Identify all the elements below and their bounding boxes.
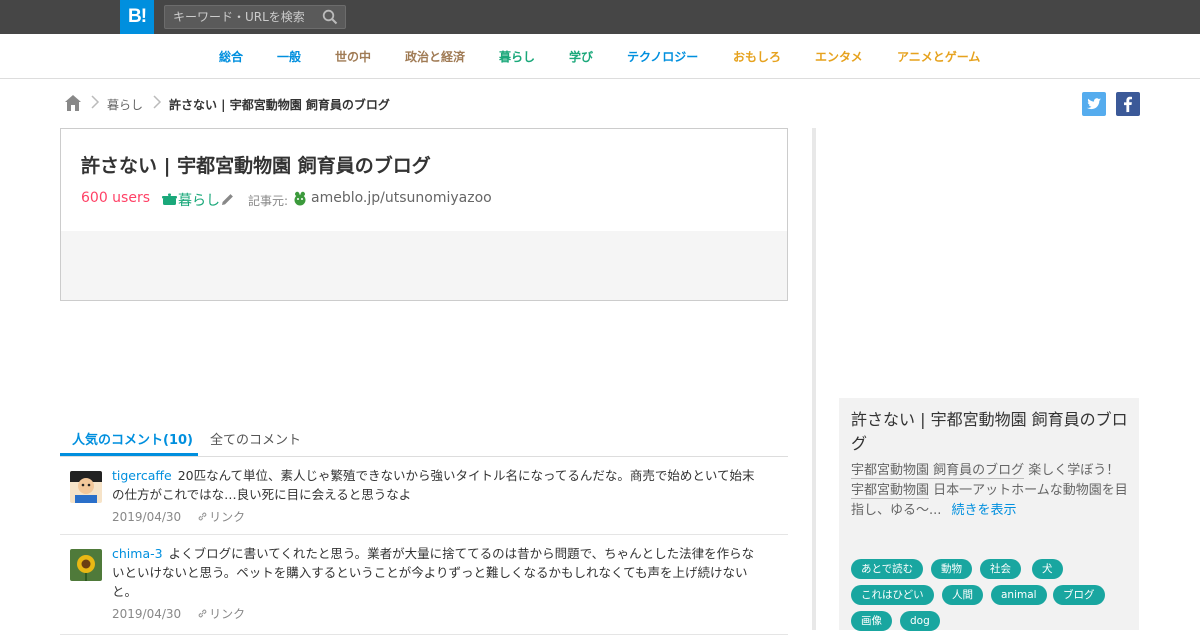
summary-desc-blog-name: 宇都宮動物園 飼育員のブログ	[851, 463, 1025, 479]
comment-link-label: リンク	[209, 510, 246, 524]
comment-date[interactable]: 2019/04/30	[112, 510, 181, 524]
category-manabi[interactable]: 学び	[569, 48, 593, 65]
tag-item[interactable]: あとで読む	[851, 559, 924, 579]
tag-item[interactable]: dog	[900, 611, 940, 631]
summary-description: 宇都宮動物園 飼育員のブログ 楽しく学ぼう！ 宇都宮動物園 日本一アットホームな…	[851, 461, 1129, 521]
read-more-link[interactable]: 続きを表示	[952, 503, 1017, 518]
ameblo-favicon-icon	[294, 191, 306, 206]
active-tab-indicator	[60, 453, 198, 456]
comment-link[interactable]: リンク	[197, 607, 245, 621]
tab-all-comments[interactable]: 全てのコメント	[210, 429, 301, 448]
twitter-icon	[1087, 98, 1101, 110]
avatar[interactable]	[70, 549, 102, 581]
home-icon[interactable]	[64, 94, 82, 112]
category-technology[interactable]: テクノロジー	[627, 48, 698, 65]
tag-item[interactable]: 犬	[1032, 559, 1063, 579]
tag-item[interactable]: これはひどい	[851, 585, 934, 605]
comment-date[interactable]: 2019/04/30	[112, 607, 181, 621]
source-domain-link[interactable]: ameblo.jp/utsunomiyazoo	[311, 190, 492, 206]
tag-item[interactable]: ブログ	[1053, 585, 1105, 605]
tag-item[interactable]: 動物	[931, 559, 972, 579]
user-avatar-icon	[70, 471, 102, 503]
comment-username[interactable]: tigercaffe	[112, 468, 172, 483]
comment-item: tigercaffe 20匹なんて単位、素人じゃ繁殖できないから強いタイトル名にな…	[60, 457, 788, 535]
category-entame[interactable]: エンタメ	[815, 48, 863, 65]
comment-body: tigercaffe 20匹なんて単位、素人じゃ繁殖できないから強いタイトル名にな…	[112, 466, 762, 504]
entry-summary-box: 許さない | 宇都宮動物園 飼育員のブログ 宇都宮動物園 飼育員のブログ 楽しく…	[839, 398, 1139, 631]
category-yononaka[interactable]: 世の中	[335, 48, 371, 65]
pencil-icon[interactable]	[221, 193, 234, 206]
comment-link[interactable]: リンク	[197, 510, 245, 524]
column-divider	[812, 128, 816, 630]
avatar[interactable]	[70, 471, 102, 503]
category-nav: 総合 一般 世の中 政治と経済 暮らし 学び テクノロジー おもしろ エンタメ …	[0, 34, 1200, 79]
search-input[interactable]	[165, 6, 315, 28]
entry-title[interactable]: 許さない | 宇都宮動物園 飼育員のブログ	[81, 151, 431, 178]
tag-item[interactable]: animal	[991, 585, 1047, 605]
breadcrumb-current: 許さない | 宇都宮動物園 飼育員のブログ	[169, 98, 390, 112]
entry-category[interactable]: 暮らし	[178, 190, 220, 210]
facebook-share-button[interactable]	[1116, 92, 1140, 116]
comment-body: chima-3 よくブログに書いてくれたと思う。業者が大量に捨ててるのは昔から問題…	[112, 544, 762, 601]
category-kurashi[interactable]: 暮らし	[499, 48, 535, 65]
user-avatar-icon	[70, 549, 102, 581]
comment-link-label: リンク	[209, 607, 246, 621]
tag-item[interactable]: 人間	[942, 585, 983, 605]
source-label: 記事元:	[248, 194, 289, 208]
entry-card: 許さない | 宇都宮動物園 飼育員のブログ 600 users 暮らし 記事元:…	[60, 128, 788, 301]
comment-item: chima-3 よくブログに書いてくれたと思う。業者が大量に捨ててるのは昔から問題…	[60, 535, 788, 635]
summary-title[interactable]: 許さない | 宇都宮動物園 飼育員のブログ	[851, 408, 1131, 456]
kurashi-category-icon	[162, 193, 177, 205]
comment-username[interactable]: chima-3	[112, 546, 163, 561]
tag-item[interactable]: 社会	[980, 559, 1021, 579]
bookmark-users-count[interactable]: 600 users	[81, 190, 150, 206]
comment-footer: 2019/04/30 リンク	[112, 508, 245, 525]
link-icon	[198, 512, 207, 521]
tab-popular-comments[interactable]: 人気のコメント(10)	[72, 429, 193, 448]
chevron-right-icon	[152, 95, 162, 109]
hatena-bookmark-logo[interactable]: B!	[120, 0, 154, 34]
category-seiji-keizai[interactable]: 政治と経済	[405, 48, 465, 65]
summary-desc-tagline: 楽しく学ぼう！	[1024, 463, 1120, 478]
facebook-icon	[1124, 96, 1132, 113]
search-icon[interactable]	[322, 9, 338, 25]
chevron-right-icon	[90, 95, 100, 109]
entry-preview-area	[61, 231, 787, 300]
category-anime-game[interactable]: アニメとゲーム	[897, 48, 980, 65]
summary-desc-zoo-name: 宇都宮動物園	[851, 483, 930, 499]
search-box[interactable]	[164, 5, 346, 29]
category-sougou[interactable]: 総合	[219, 48, 243, 65]
comment-footer: 2019/04/30 リンク	[112, 605, 245, 622]
twitter-share-button[interactable]	[1082, 92, 1106, 116]
comment-tabs: 人気のコメント(10) 全てのコメント	[60, 420, 788, 457]
category-omoshiro[interactable]: おもしろ	[733, 48, 781, 65]
comment-text: 20匹なんて単位、素人じゃ繁殖できないから強いタイトル名になってるんだな。商売で…	[112, 468, 755, 502]
tag-item[interactable]: 画像	[851, 611, 892, 631]
top-bar: B!	[0, 0, 1200, 34]
comment-text: よくブログに書いてくれたと思う。業者が大量に捨ててるのは昔から問題で、ちゃんとし…	[112, 546, 755, 599]
category-ippan[interactable]: 一般	[277, 48, 301, 65]
breadcrumb-kurashi[interactable]: 暮らし	[107, 96, 143, 113]
link-icon	[198, 609, 207, 618]
